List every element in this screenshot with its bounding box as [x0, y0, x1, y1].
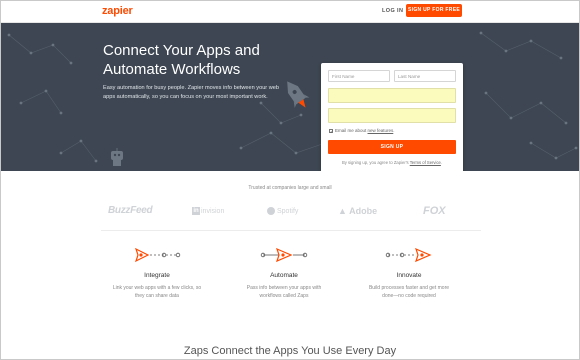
feature-innovate-description: Build processes faster and get more done… [354, 284, 464, 300]
feature-automate-desc-line-1: Pass info between your apps with [246, 285, 322, 291]
feature-integrate: Integrate Link your web apps with a few … [102, 246, 212, 300]
feature-innovate-title: Innovate [396, 272, 422, 279]
password-input[interactable] [328, 108, 456, 123]
login-link[interactable]: LOG IN [382, 8, 403, 14]
terms-prefix: By signing up, you agree to Zapier's [341, 160, 410, 165]
hero-section: Connect Your Apps and Automate Workflows… [1, 23, 579, 171]
last-name-input[interactable]: Last Name [394, 70, 456, 82]
invision-logo-text: invision [201, 207, 225, 215]
hero-title-line-2: Automate Workflows [103, 61, 241, 78]
spotify-logo-text: Spotify [277, 207, 299, 215]
hero-description: Easy automation for busy people. Zapier … [103, 85, 279, 100]
fox-logo: FOX [423, 205, 446, 217]
company-logos-row: BuzzFeed in invision Spotify ▲ Adobe FOX [1, 205, 579, 221]
zapier-logo[interactable]: zapier [102, 5, 133, 17]
checkbox-label-suffix: . [393, 128, 395, 133]
feature-innovate-desc-line-1: Build processes faster and get more [368, 285, 450, 291]
feature-automate-title: Automate [270, 272, 298, 279]
invision-box-icon: in [192, 207, 200, 215]
page-frame: zapier LOG IN SIGN UP FOR FREE Connect Y… [0, 0, 580, 360]
checkbox-label-text: Email me about [335, 128, 368, 133]
feature-integrate-desc-line-1: Link your web apps with a few clicks, so [112, 285, 202, 291]
terms-text: By signing up, you agree to Zapier's Ter… [321, 160, 463, 165]
signup-form-card: First Name Last Name ✓ Email me about ne… [321, 63, 463, 171]
zaps-section-title: Zaps Connect the Apps You Use Every Day [183, 345, 397, 357]
signup-submit-button[interactable]: SIGN UP [328, 140, 456, 154]
feature-innovate: Innovate Build processes faster and get … [354, 246, 464, 300]
spotify-logo: Spotify [267, 207, 298, 215]
rocket-integrate-icon [134, 247, 181, 263]
feature-automate-description: Pass info between your apps with workflo… [229, 284, 339, 300]
section-divider [101, 230, 481, 231]
invision-logo: in invision [192, 207, 224, 215]
feature-innovate-desc-line-2: done—no code required [382, 293, 436, 299]
newsletter-checkbox-label: Email me about new features. [335, 128, 395, 133]
new-features-link[interactable]: new features [368, 128, 394, 133]
first-name-input[interactable]: First Name [328, 70, 390, 82]
email-input[interactable] [328, 88, 456, 103]
feature-integrate-desc-line-2: they can share data [135, 293, 179, 299]
signup-free-button[interactable]: SIGN UP FOR FREE [406, 4, 462, 17]
hero-title: Connect Your Apps and Automate Workflows [103, 41, 293, 79]
feature-integrate-title: Integrate [144, 272, 170, 279]
top-navigation: zapier LOG IN SIGN UP FOR FREE [1, 1, 579, 23]
rocket-automate-icon [260, 247, 308, 263]
feature-integrate-description: Link your web apps with a few clicks, so… [102, 284, 212, 300]
feature-automate-desc-line-2: workflows called Zaps [259, 293, 309, 299]
hero-title-line-1: Connect Your Apps and [103, 42, 260, 59]
robot-decoration-icon [111, 148, 123, 166]
buzzfeed-logo: BuzzFeed [108, 205, 153, 216]
spotify-circle-icon [267, 207, 275, 215]
terms-of-service-link[interactable]: Terms of Service [410, 160, 441, 165]
adobe-logo-text: Adobe [349, 206, 378, 216]
trusted-caption: Trusted at companies large and small [248, 185, 332, 191]
adobe-logo: ▲ Adobe [338, 206, 378, 216]
rocket-innovate-icon [385, 247, 432, 263]
feature-automate: Automate Pass info between your apps wit… [229, 246, 339, 300]
newsletter-checkbox[interactable]: ✓ [329, 129, 333, 134]
terms-suffix: . [440, 160, 443, 165]
